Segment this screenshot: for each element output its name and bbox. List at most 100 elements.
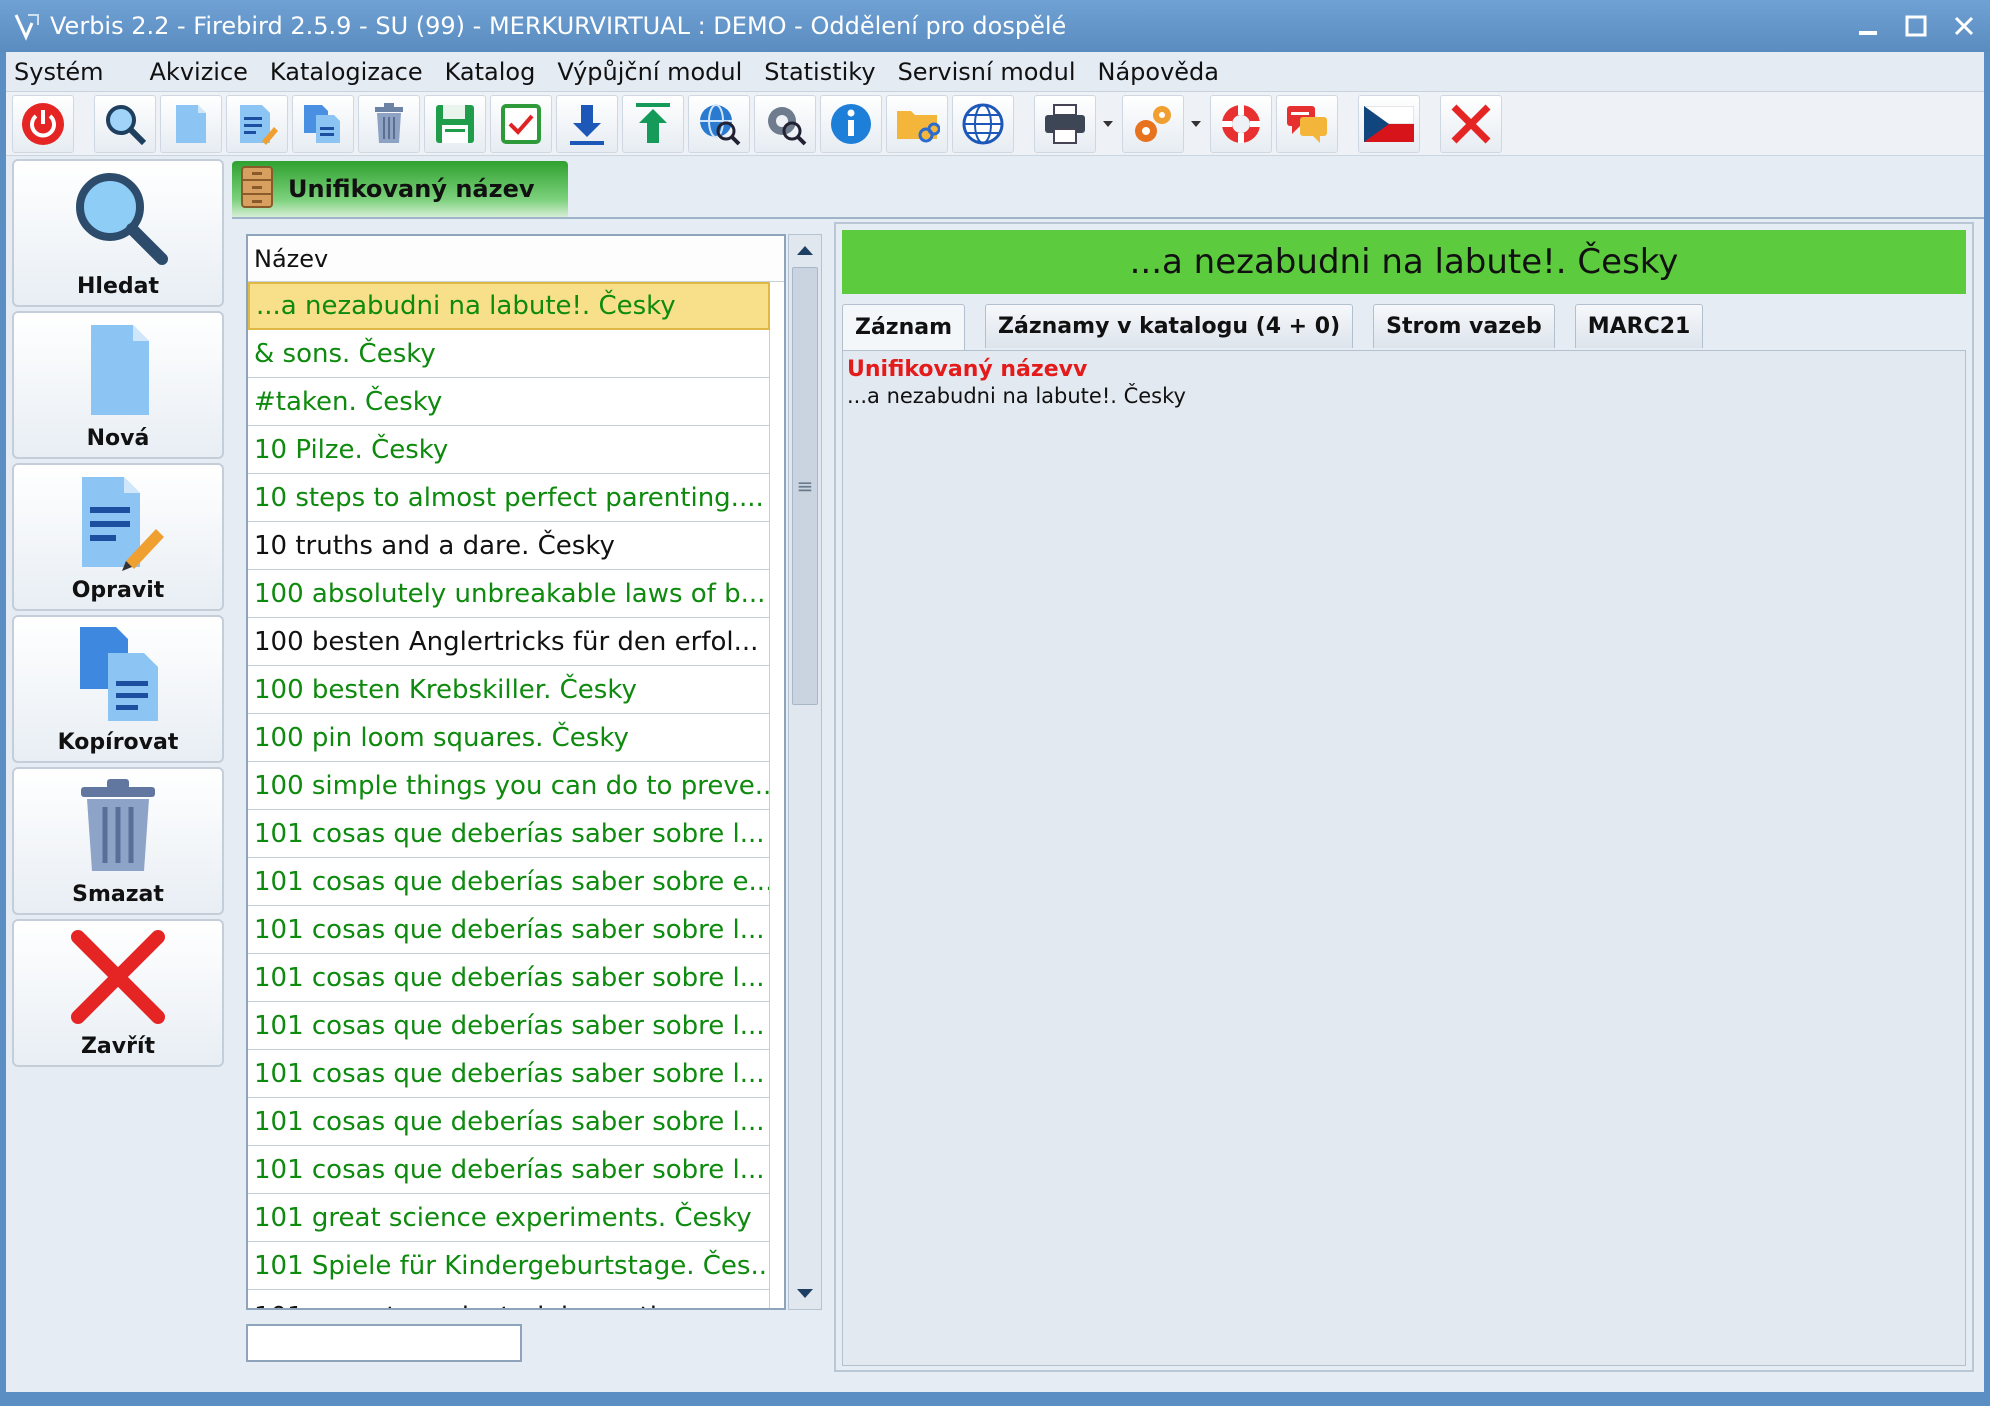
list-item[interactable]: 101 ways to make training active — [248, 1290, 770, 1308]
trash-icon — [63, 770, 173, 880]
copy-button[interactable] — [292, 94, 354, 153]
records-list[interactable]: Název ...a nezabudni na labute!. Česky & … — [246, 234, 786, 1310]
list-item[interactable]: 10 steps to almost perfect parenting.... — [248, 474, 770, 522]
folder-button[interactable] — [886, 94, 948, 153]
export-button[interactable] — [622, 94, 684, 153]
tab-marc21[interactable]: MARC21 — [1574, 304, 1704, 348]
column-header-nazev[interactable]: Název — [248, 236, 784, 282]
field-label-unifikovany-nazev: Unifikovaný názevv — [847, 357, 1088, 382]
power-button[interactable] — [12, 94, 74, 153]
list-item[interactable]: ...a nezabudni na labute!. Česky — [248, 282, 770, 330]
copy-document-icon — [63, 618, 173, 728]
print-button[interactable] — [1034, 94, 1096, 153]
copy-document-icon — [304, 104, 340, 143]
menu-napoveda[interactable]: Nápověda — [1088, 58, 1232, 86]
new-document-icon — [176, 104, 206, 143]
cabinet-icon — [240, 165, 274, 213]
list-item[interactable]: 100 besten Anglertricks für den erfol... — [248, 618, 770, 666]
checkbox-icon — [501, 103, 541, 144]
menu-system[interactable]: Systém — [6, 58, 116, 86]
app-logo-icon — [10, 9, 44, 43]
scroll-thumb[interactable]: ≡ — [792, 267, 818, 705]
maximize-icon[interactable] — [1894, 4, 1938, 48]
list-rows: ...a nezabudni na labute!. Česky & sons. … — [248, 282, 784, 1308]
help-button[interactable] — [1210, 94, 1272, 153]
list-item[interactable]: 100 besten Krebskiller. Česky — [248, 666, 770, 714]
list-item[interactable]: & sons. Česky — [248, 330, 770, 378]
menu-katalogizace[interactable]: Katalogizace — [260, 58, 435, 86]
list-item[interactable]: 101 cosas que deberías saber sobre l... — [248, 1146, 770, 1194]
list-scrollbar[interactable]: ≡ — [788, 234, 822, 1310]
edit-document-icon — [240, 104, 278, 145]
close-icon — [1451, 104, 1491, 143]
upload-arrow-icon — [636, 102, 670, 143]
menu-bar: Systém Akvizice Katalogizace Katalog Výp… — [6, 52, 1984, 92]
close-window-icon[interactable] — [1942, 4, 1986, 48]
list-item[interactable]: 101 cosas que deberías saber sobre l... — [248, 1002, 770, 1050]
list-item[interactable]: 10 Pilze. Česky — [248, 426, 770, 474]
copy-action-button[interactable]: Kopírovat — [12, 615, 224, 763]
search-action-button[interactable]: Hledat — [12, 159, 224, 307]
main-area: Hledat Nová Opravit Kopírovat Smazat Zav… — [6, 156, 1984, 1392]
web-search-button[interactable] — [688, 94, 750, 153]
new-button[interactable] — [160, 94, 222, 153]
tab-unifikovany-nazev[interactable]: Unifikovaný název — [232, 161, 568, 217]
tab-zaznamy-v-katalogu[interactable]: Záznamy v katalogu (4 + 0) — [985, 304, 1354, 348]
folder-link-icon — [897, 110, 940, 142]
save-button[interactable] — [424, 94, 486, 153]
scroll-up-icon[interactable] — [789, 235, 821, 265]
list-item[interactable]: 101 cosas que deberías saber sobre l... — [248, 810, 770, 858]
list-item[interactable]: 100 simple things you can do to preve... — [248, 762, 770, 810]
list-item[interactable]: 101 cosas que deberías saber sobre e... — [248, 858, 770, 906]
check-button[interactable] — [490, 94, 552, 153]
tools-button[interactable] — [1122, 94, 1184, 153]
window-title: Verbis 2.2 - Firebird 2.5.9 - SU (99) - … — [50, 12, 1067, 40]
edit-button[interactable] — [226, 94, 288, 153]
list-item[interactable]: 101 cosas que deberías saber sobre l... — [248, 906, 770, 954]
list-item[interactable]: 101 cosas que deberías saber sobre l... — [248, 1050, 770, 1098]
language-button[interactable] — [1358, 94, 1420, 153]
tab-zaznam[interactable]: Záznam — [842, 304, 966, 350]
menu-vypujcni-modul[interactable]: Výpůjční modul — [547, 58, 754, 86]
edit-action-label: Opravit — [71, 578, 165, 603]
tab-strom-vazeb[interactable]: Strom vazeb — [1373, 304, 1555, 348]
czech-flag-icon — [1364, 105, 1414, 142]
new-action-button[interactable]: Nová — [12, 311, 224, 459]
delete-button[interactable] — [358, 94, 420, 153]
list-item[interactable]: 101 Spiele für Kindergeburtstage. Čes... — [248, 1242, 770, 1290]
import-button[interactable] — [556, 94, 618, 153]
web-button[interactable] — [952, 94, 1014, 153]
settings-search-button[interactable] — [754, 94, 816, 153]
scroll-down-icon[interactable] — [789, 1279, 821, 1309]
globe-search-icon — [700, 103, 741, 145]
close-action-button[interactable]: Zavřít — [12, 919, 224, 1067]
print-dropdown-icon[interactable] — [1100, 95, 1116, 153]
info-button[interactable] — [820, 94, 882, 153]
quick-search-input[interactable] — [248, 1326, 520, 1360]
list-item[interactable]: 101 great science experiments. Česky — [248, 1194, 770, 1242]
minimize-icon[interactable] — [1846, 4, 1890, 48]
messages-button[interactable] — [1276, 94, 1338, 153]
menu-akvizice[interactable]: Akvizice — [140, 58, 260, 86]
detail-panel: ...a nezabudni na labute!. Česky Záznam … — [834, 222, 1974, 1372]
power-icon — [22, 102, 64, 145]
title-bar: Verbis 2.2 - Firebird 2.5.9 - SU (99) - … — [0, 0, 1990, 52]
menu-katalog[interactable]: Katalog — [435, 58, 548, 86]
edit-action-button[interactable]: Opravit — [12, 463, 224, 611]
list-item[interactable]: 101 cosas que deberías saber sobre l... — [248, 954, 770, 1002]
list-item[interactable]: 100 pin loom squares. Česky — [248, 714, 770, 762]
toolbar — [6, 92, 1984, 156]
list-item[interactable]: #taken. Česky — [248, 378, 770, 426]
delete-action-button[interactable]: Smazat — [12, 767, 224, 915]
quick-search-field[interactable] — [246, 1324, 522, 1362]
tools-dropdown-icon[interactable] — [1188, 95, 1204, 153]
search-button[interactable] — [94, 94, 156, 153]
exit-button[interactable] — [1440, 94, 1502, 153]
tab-label: Unifikovaný název — [288, 175, 535, 203]
menu-servisni-modul[interactable]: Servisní modul — [888, 58, 1088, 86]
list-item[interactable]: 100 absolutely unbreakable laws of b... — [248, 570, 770, 618]
menu-statistiky[interactable]: Statistiky — [754, 58, 887, 86]
gear-search-icon — [768, 106, 807, 145]
list-item[interactable]: 101 cosas que deberías saber sobre l... — [248, 1098, 770, 1146]
list-item[interactable]: 10 truths and a dare. Česky — [248, 522, 770, 570]
